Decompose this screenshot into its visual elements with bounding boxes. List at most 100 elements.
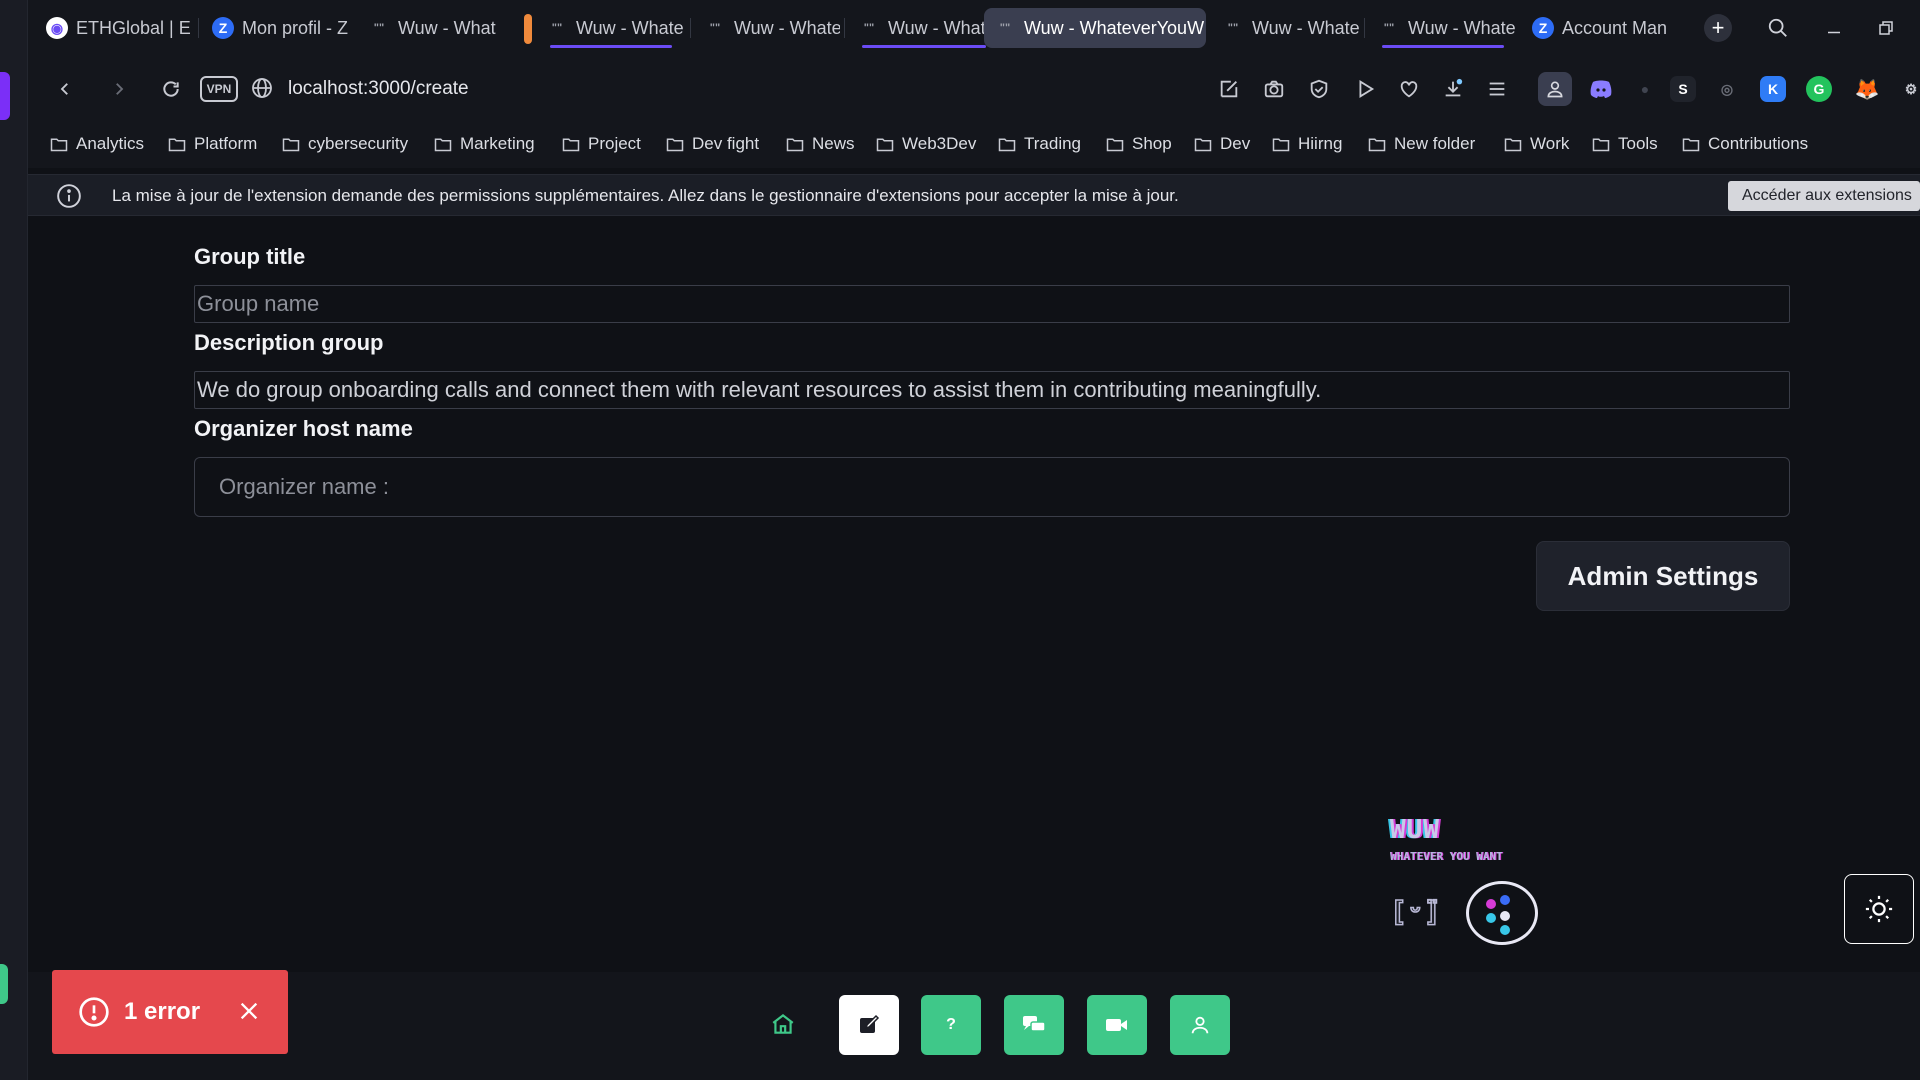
bookmark-folder-contributions[interactable]: Contributions	[1682, 134, 1808, 154]
globe-icon	[250, 76, 276, 102]
wuw-logo: WUW WHATEVER YOU WANT [ᵕ̈]	[1389, 815, 1540, 950]
tab-account-manager[interactable]: Z Account Man	[1522, 8, 1690, 48]
tab-mon-profil[interactable]: Z Mon profil - Z	[202, 8, 348, 48]
bookmark-label: Contributions	[1708, 134, 1809, 153]
bookmark-folder-marketing[interactable]: Marketing	[434, 134, 535, 154]
minimize-icon[interactable]	[1818, 12, 1850, 44]
tab-label: Mon profil - Z	[242, 17, 348, 38]
admin-settings-button[interactable]: Admin Settings	[1536, 541, 1790, 611]
bookmark-folder-new-folder[interactable]: New folder	[1368, 134, 1475, 154]
tab-wuw-active[interactable]: "" Wuw - WhateverYouW	[984, 8, 1206, 48]
bookmark-folder-cybersecurity[interactable]: cybersecurity	[282, 134, 408, 154]
bookmark-folder-project[interactable]: Project	[562, 134, 641, 154]
tab-wuw-3[interactable]: "" Wuw - Whate	[694, 8, 840, 48]
folder-icon	[1682, 138, 1700, 151]
tab-separator	[844, 18, 845, 38]
video-call-button[interactable]	[1087, 995, 1147, 1055]
edit-page-icon[interactable]	[1214, 74, 1244, 104]
s-extension-icon[interactable]: S	[1670, 76, 1696, 102]
profile-button[interactable]	[1170, 995, 1230, 1055]
new-tab-button[interactable]: +	[1704, 14, 1732, 42]
reload-icon[interactable]	[154, 72, 188, 106]
play-icon[interactable]	[1350, 74, 1380, 104]
bookmark-label: Marketing	[460, 134, 535, 153]
url-text[interactable]: localhost:3000/create	[288, 78, 469, 100]
tab-wuw-6[interactable]: "" Wuw - Whate	[1368, 8, 1518, 48]
menu-list-icon[interactable]	[1482, 74, 1512, 104]
bookmark-label: Work	[1530, 134, 1570, 153]
bookmark-folder-tools[interactable]: Tools	[1592, 134, 1658, 154]
circle-extension-icon[interactable]: ◎	[1714, 76, 1740, 102]
tab-separator	[198, 18, 199, 38]
zoom-icon: Z	[1532, 17, 1554, 39]
logo-face-icon: [ᵕ̈]	[1389, 894, 1441, 929]
folder-icon	[562, 138, 580, 151]
sun-icon	[1865, 895, 1893, 923]
alert-circle-icon	[79, 997, 109, 1027]
theme-toggle-button[interactable]	[1844, 874, 1914, 944]
description-input[interactable]	[194, 371, 1790, 409]
bookmark-folder-shop[interactable]: Shop	[1106, 134, 1172, 154]
tab-label: Wuw - Whate	[1408, 17, 1516, 38]
bookmark-folder-analytics[interactable]: Analytics	[50, 134, 144, 154]
tab-wuw-1[interactable]: "" Wuw - Whate	[358, 8, 496, 48]
bookmark-label: New folder	[1394, 134, 1476, 153]
home-icon[interactable]	[770, 1011, 800, 1041]
tab-search-icon[interactable]	[1762, 12, 1794, 44]
create-group-button[interactable]	[839, 995, 899, 1055]
drop-extension-icon[interactable]: ●	[1632, 76, 1658, 102]
chat-bubbles-icon	[1023, 1016, 1046, 1032]
tab-label: Wuw - Whate	[734, 17, 840, 38]
tab-wuw-5[interactable]: "" Wuw - Whate	[1212, 8, 1360, 48]
bookmark-label: Trading	[1024, 134, 1082, 153]
camera-icon[interactable]	[1259, 74, 1289, 104]
bookmark-folder-platform[interactable]: Platform	[168, 134, 257, 154]
bookmark-folder-news[interactable]: News	[786, 134, 855, 154]
wuw-favicon-icon: ""	[551, 22, 563, 34]
tab-group-marker[interactable]	[524, 14, 532, 44]
vpn-badge[interactable]: VPN	[200, 76, 238, 102]
bookmark-folder-work[interactable]: Work	[1504, 134, 1569, 154]
forward-icon[interactable]	[102, 72, 136, 106]
tab-wuw-4[interactable]: "" Wuw - Whate	[848, 8, 1000, 48]
bookmark-label: Project	[588, 134, 641, 153]
question-mark-icon: ?	[946, 1016, 956, 1033]
bookmark-folder-dev-fight[interactable]: Dev fight	[666, 134, 759, 154]
help-button[interactable]: ?	[921, 995, 981, 1055]
organizer-name-input[interactable]	[194, 457, 1790, 517]
restore-window-icon[interactable]	[1870, 12, 1902, 44]
tab-ethglobal[interactable]: ◉ ETHGlobal | E	[36, 8, 194, 48]
error-toast[interactable]: 1 error	[52, 970, 288, 1054]
extensions-puzzle-icon[interactable]: ⚙	[1898, 76, 1920, 102]
sidebar-indicator-green[interactable]	[0, 964, 8, 1004]
tab-group-underline	[550, 45, 672, 48]
description-label: Description group	[194, 330, 384, 355]
folder-icon	[282, 138, 300, 151]
back-icon[interactable]	[48, 72, 82, 106]
speech-bubble-icon	[1466, 881, 1538, 945]
heart-icon[interactable]	[1394, 74, 1424, 104]
messages-button[interactable]	[1004, 995, 1064, 1055]
metamask-fox-icon[interactable]: 🦊	[1854, 76, 1880, 102]
group-title-label: Group title	[194, 244, 306, 269]
bookmark-folder-web3dev[interactable]: Web3Dev	[876, 134, 976, 154]
download-icon[interactable]	[1438, 74, 1468, 104]
close-icon[interactable]	[232, 994, 266, 1028]
bookmark-folder-trading[interactable]: Trading	[998, 134, 1081, 154]
bookmark-label: Dev fight	[692, 134, 760, 153]
wuw-favicon-icon: ""	[373, 22, 385, 34]
profile-icon[interactable]	[1538, 72, 1572, 106]
group-name-input[interactable]	[194, 285, 1790, 323]
folder-icon	[1504, 138, 1522, 151]
sidebar-active-indicator[interactable]	[0, 72, 10, 120]
shield-icon[interactable]	[1304, 74, 1334, 104]
tab-label: Wuw - WhateverYouW	[1024, 17, 1205, 38]
k-extension-icon[interactable]: K	[1760, 76, 1786, 102]
tab-group-underline	[862, 45, 986, 48]
tab-wuw-2[interactable]: "" Wuw - Whate	[536, 8, 686, 48]
bookmark-folder-hiirng[interactable]: Hiirng	[1272, 134, 1342, 154]
discord-extension-icon[interactable]	[1588, 76, 1614, 102]
grammarly-extension-icon[interactable]: G	[1806, 76, 1832, 102]
bookmark-folder-dev[interactable]: Dev	[1194, 134, 1250, 154]
open-extensions-button[interactable]: Accéder aux extensions	[1728, 181, 1920, 211]
